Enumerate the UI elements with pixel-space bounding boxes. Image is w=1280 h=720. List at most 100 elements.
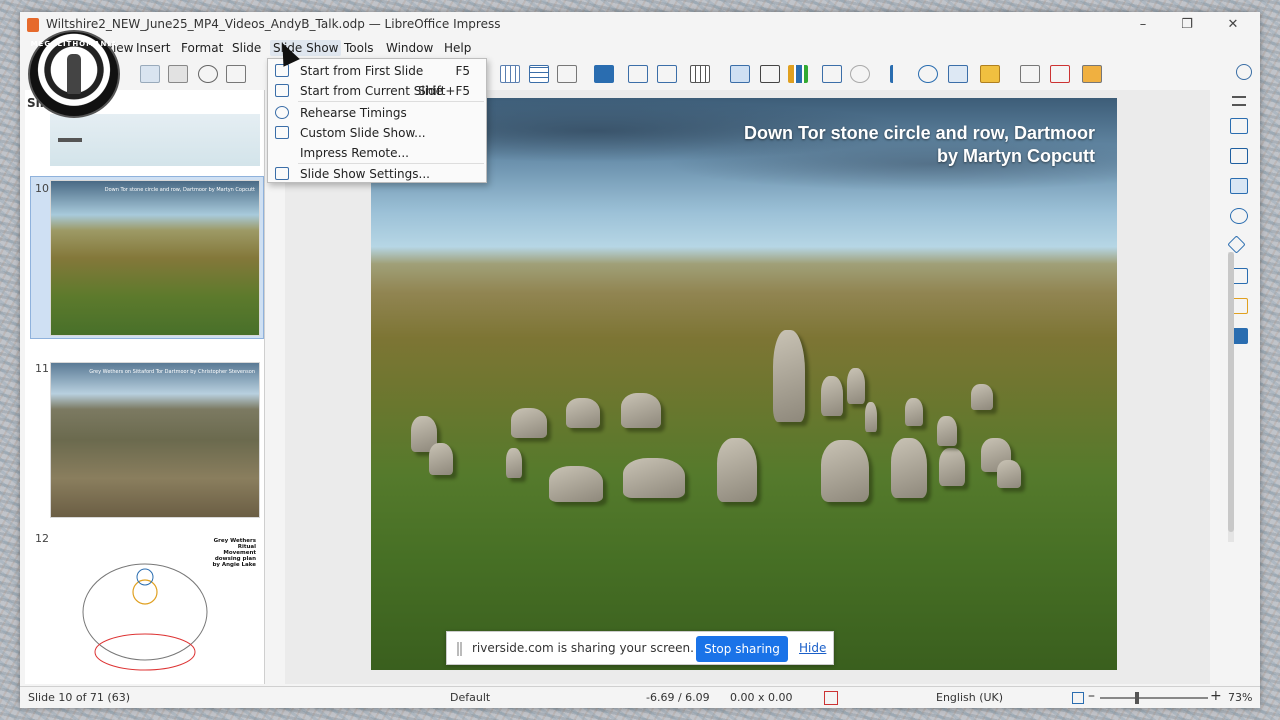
standing-stone <box>773 330 805 422</box>
stone <box>549 466 603 502</box>
drag-handle-icon[interactable] <box>457 642 462 656</box>
title-bar: Wiltshire2_NEW_June25_MP4_Videos_AndyB_T… <box>20 12 1260 38</box>
menu-item-start-current-slide[interactable]: Start from Current Slide Shift+F5 <box>268 81 486 101</box>
stone <box>865 402 877 432</box>
menu-item-label: Custom Slide Show... <box>300 126 426 140</box>
slide-thumbnail-12[interactable]: Grey Wethers Ritual Movement dowsing pla… <box>50 532 260 684</box>
export-pdf-icon[interactable] <box>140 65 160 83</box>
fit-slide-icon[interactable] <box>1072 692 1084 704</box>
stopwatch-icon <box>275 106 289 119</box>
menu-tools[interactable]: Tools <box>341 40 377 56</box>
menu-bar: View Insert Format Slide Slide Show Tool… <box>20 38 1260 80</box>
document-modified-icon <box>824 691 838 705</box>
stone <box>506 448 522 478</box>
menu-item-impress-remote[interactable]: Impress Remote... <box>268 143 486 163</box>
impress-app-icon <box>27 18 39 32</box>
language-status[interactable]: English (UK) <box>936 691 1003 704</box>
media-icon[interactable] <box>760 65 780 83</box>
menu-slide[interactable]: Slide <box>229 40 264 56</box>
stone <box>429 443 453 475</box>
impress-window: Wiltshire2_NEW_June25_MP4_Videos_AndyB_T… <box>20 12 1260 708</box>
fontwork-icon[interactable] <box>890 65 910 83</box>
zoom-out-icon[interactable]: – <box>1088 688 1095 704</box>
close-button[interactable]: ✕ <box>1216 14 1250 36</box>
display-views-icon[interactable] <box>557 65 577 83</box>
snap-grid-icon[interactable] <box>529 65 549 83</box>
menu-help[interactable]: Help <box>441 40 474 56</box>
zoom-in-icon[interactable]: + <box>1210 688 1222 704</box>
grid-icon[interactable] <box>500 65 520 83</box>
stop-sharing-button[interactable]: Stop sharing <box>696 636 788 662</box>
sidebar-menu-icon[interactable] <box>1232 96 1246 106</box>
stone <box>905 398 923 426</box>
slide-panel: Sli 10 Down Tor stone circle and row, Da… <box>25 90 265 684</box>
vertical-scrollbar[interactable] <box>1228 252 1234 542</box>
stone <box>939 448 965 486</box>
start-current-slide-icon <box>275 84 289 97</box>
slide-thumbnail-9[interactable] <box>50 114 260 166</box>
stone <box>623 458 685 498</box>
show-draw-functions-icon[interactable] <box>948 65 968 83</box>
shapes-icon[interactable] <box>1227 235 1246 254</box>
zoom-level[interactable]: 73% <box>1228 691 1252 704</box>
special-character-icon[interactable] <box>850 65 870 83</box>
slide-thumbnail-10[interactable]: Down Tor stone circle and row, Dartmoor … <box>50 180 260 336</box>
window-title: Wiltshire2_NEW_June25_MP4_Videos_AndyB_T… <box>46 17 501 31</box>
menu-item-shortcut: Shift+F5 <box>418 84 470 98</box>
new-slide-icon[interactable] <box>980 65 1000 83</box>
menu-item-label: Rehearse Timings <box>300 106 407 120</box>
start-first-slide-icon <box>275 64 289 77</box>
layout-name-status: Default <box>450 691 491 704</box>
stone <box>891 438 927 498</box>
stone <box>621 393 661 428</box>
zoom-slider[interactable] <box>1100 697 1208 699</box>
gallery-icon[interactable] <box>1230 178 1248 194</box>
menu-item-rehearse-timings[interactable]: Rehearse Timings <box>268 103 486 123</box>
dowsing-plan-diagram <box>82 563 208 671</box>
slide-title: Down Tor stone circle and row, Dartmoor … <box>744 122 1095 168</box>
slide-layout-icon[interactable] <box>1082 65 1102 83</box>
styles-icon[interactable] <box>1230 148 1248 164</box>
duplicate-slide-icon[interactable] <box>1020 65 1040 83</box>
restore-button[interactable]: ❐ <box>1170 14 1204 36</box>
menu-window[interactable]: Window <box>383 40 436 56</box>
navigator-icon[interactable] <box>1230 208 1248 224</box>
menu-item-custom-slide-show[interactable]: Custom Slide Show... <box>268 123 486 143</box>
minimize-button[interactable]: – <box>1126 14 1160 36</box>
zoom-slider-knob[interactable] <box>1135 692 1139 704</box>
slide-title-line2: by Martyn Copcutt <box>936 146 1095 166</box>
print-icon[interactable] <box>168 65 188 83</box>
copy-icon[interactable] <box>226 65 246 83</box>
image-icon[interactable] <box>730 65 750 83</box>
menu-insert[interactable]: Insert <box>133 40 173 56</box>
text-box-icon[interactable] <box>822 65 842 83</box>
slide-thumbnail-11[interactable]: Grey Wethers on Sittaford Tor Dartmoor b… <box>50 362 260 518</box>
stone <box>821 440 869 502</box>
chart-icon[interactable] <box>788 65 808 83</box>
scrollbar-thumb[interactable] <box>1228 252 1234 532</box>
table-icon[interactable] <box>690 65 710 83</box>
stone <box>821 376 843 416</box>
menu-item-slide-show-settings[interactable]: Slide Show Settings... <box>268 164 486 184</box>
properties-icon[interactable] <box>1230 118 1248 134</box>
slide-title-line1: Down Tor stone circle and row, Dartmoor <box>743 123 1095 143</box>
slide-number-11: 11 <box>35 362 49 375</box>
slide-number-10: 10 <box>35 182 49 195</box>
stone <box>566 398 600 428</box>
thumbnail-map-caption <box>58 138 82 142</box>
menu-separator <box>298 101 484 102</box>
cut-icon[interactable] <box>198 65 218 83</box>
stone <box>971 384 993 410</box>
standard-toolbar <box>20 60 1260 90</box>
slide-count-status: Slide 10 of 71 (63) <box>28 691 131 704</box>
stone <box>937 416 957 446</box>
hyperlink-icon[interactable] <box>918 65 938 83</box>
hide-share-bar-link[interactable]: Hide <box>799 641 826 655</box>
delete-slide-icon[interactable] <box>1050 65 1070 83</box>
thumbnail-title: Grey Wethers on Sittaford Tor Dartmoor b… <box>89 369 255 375</box>
start-first-slide-icon[interactable] <box>628 65 648 83</box>
menu-format[interactable]: Format <box>178 40 226 56</box>
menu-item-start-first-slide[interactable]: Start from First Slide F5 <box>268 61 486 81</box>
start-current-slide-icon[interactable] <box>657 65 677 83</box>
master-slide-icon[interactable] <box>594 65 614 83</box>
